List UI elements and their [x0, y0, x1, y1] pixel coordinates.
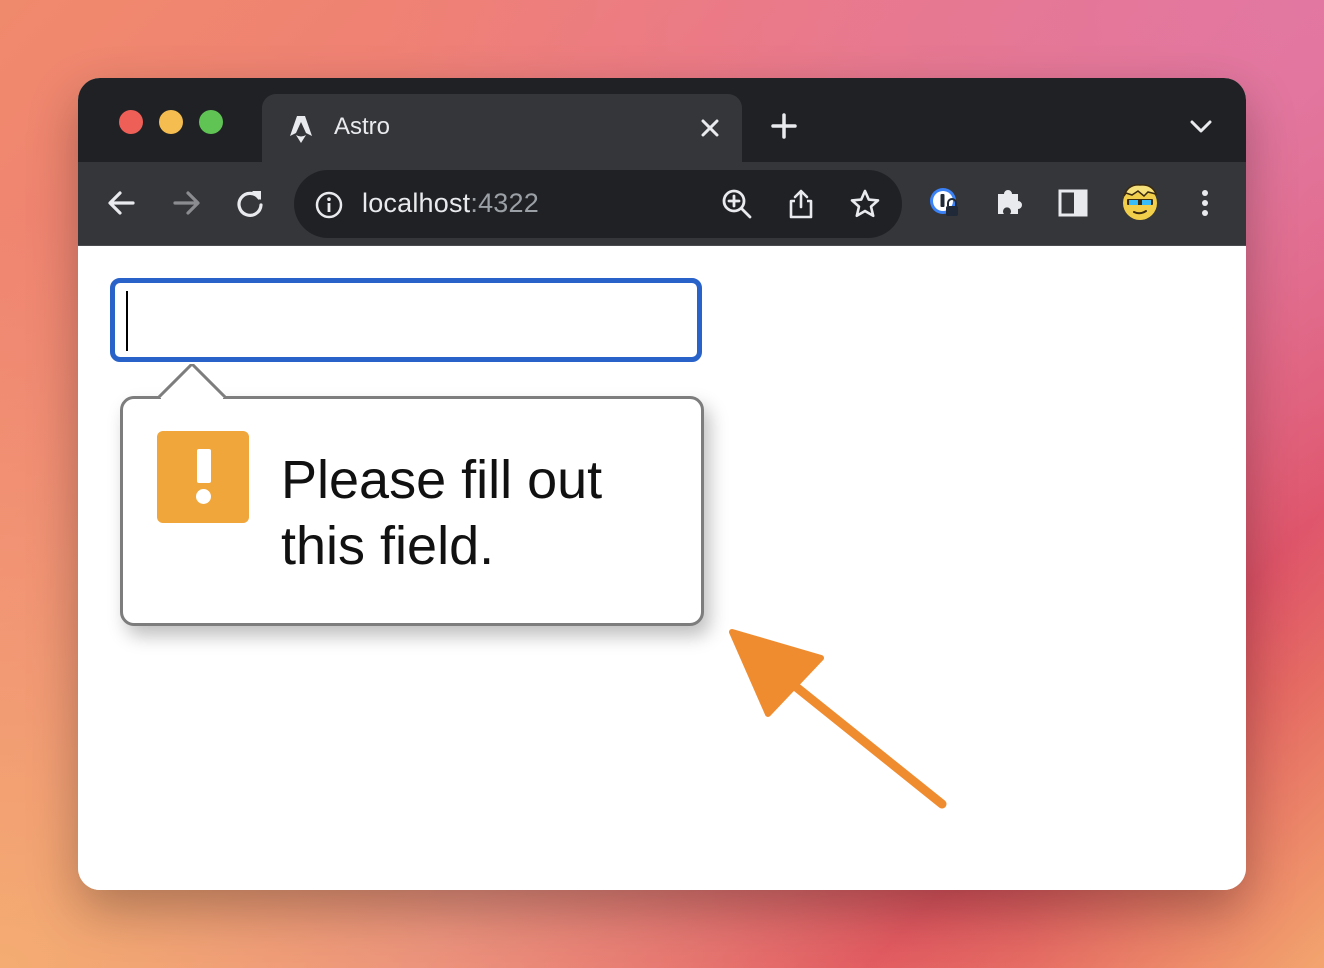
browser-toolbar: localhost:4322	[78, 162, 1246, 246]
back-arrow-icon[interactable]	[105, 186, 139, 220]
address-bar[interactable]: localhost:4322	[294, 170, 902, 238]
url-port: :4322	[470, 188, 539, 218]
zoom-window-button[interactable]	[199, 110, 223, 134]
validation-message: Please fill out this field.	[281, 447, 681, 579]
warning-icon	[157, 431, 249, 523]
url-host: localhost	[362, 188, 471, 218]
browser-window: Astro localhost:4322 Please fill out thi…	[78, 78, 1246, 890]
warning-exclamation-bar	[197, 449, 211, 483]
puzzle-piece-icon[interactable]	[992, 184, 1026, 218]
close-window-button[interactable]	[119, 110, 143, 134]
chevron-down-icon[interactable]	[1188, 118, 1214, 136]
tab-title: Astro	[334, 113, 391, 140]
info-icon[interactable]	[314, 190, 344, 220]
star-icon[interactable]	[848, 187, 882, 221]
close-icon[interactable]	[696, 114, 724, 142]
avatar-icon[interactable]	[1118, 180, 1162, 224]
warning-exclamation-dot	[196, 489, 211, 504]
zoom-in-icon[interactable]	[720, 187, 754, 221]
kebab-menu-icon[interactable]	[1188, 186, 1222, 220]
validation-message-line2: this field.	[281, 516, 495, 576]
page-content: Please fill out this field.	[78, 246, 1246, 890]
popup-tail	[158, 364, 226, 400]
side-panel-icon[interactable]	[1056, 186, 1090, 220]
validation-message-line1: Please fill out	[281, 450, 603, 510]
annotation-arrow-icon	[729, 629, 947, 809]
reload-icon[interactable]	[233, 186, 267, 220]
forward-arrow-icon[interactable]	[169, 186, 203, 220]
text-caret	[126, 291, 128, 351]
tab-astro[interactable]: Astro	[262, 94, 742, 162]
tab-bar: Astro	[78, 78, 1246, 162]
plus-icon[interactable]	[770, 112, 798, 140]
validation-popup: Please fill out this field.	[120, 396, 704, 626]
password-manager-icon[interactable]	[928, 186, 962, 220]
url-text[interactable]: localhost:4322	[362, 188, 539, 219]
text-input-field[interactable]	[110, 278, 702, 362]
astro-favicon-icon	[290, 116, 312, 143]
minimize-window-button[interactable]	[159, 110, 183, 134]
share-icon[interactable]	[784, 187, 818, 221]
